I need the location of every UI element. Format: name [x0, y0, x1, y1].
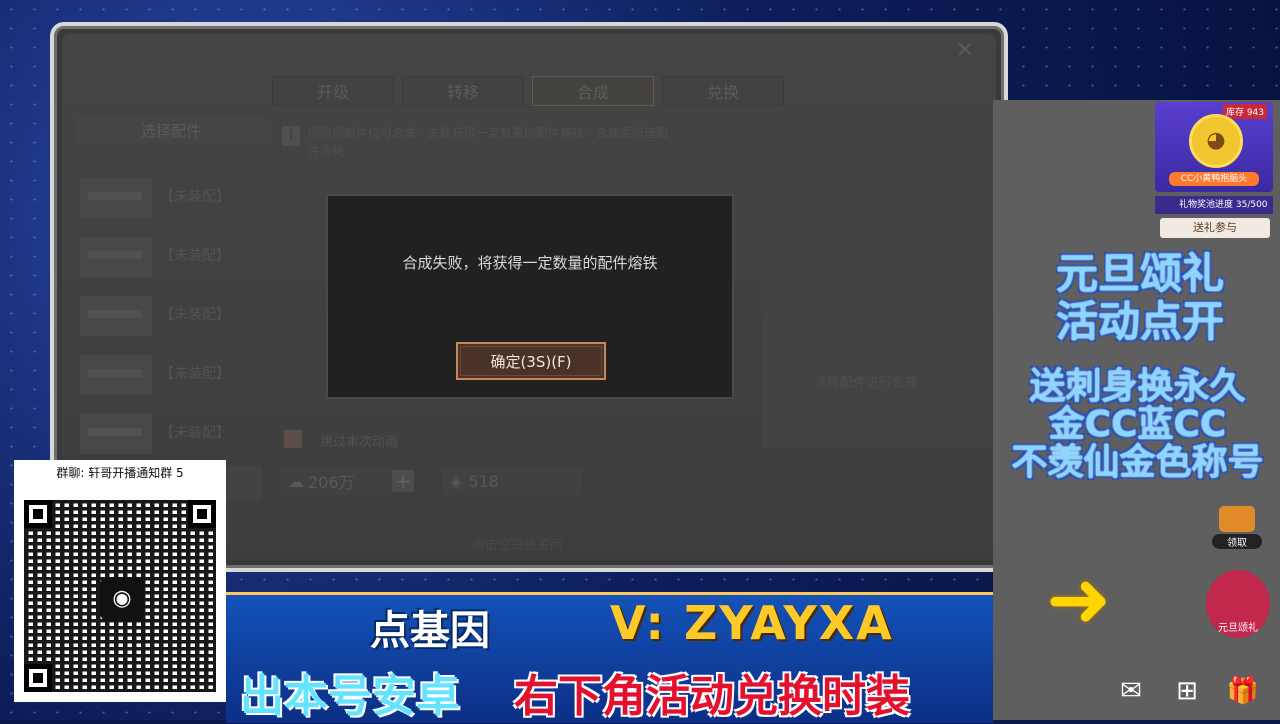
duck-gift-icon: ◕ — [1189, 114, 1243, 168]
promo-headline: 元旦颂礼 活动点开 — [1030, 250, 1250, 346]
slogan-left: 出本号安卓 — [240, 671, 460, 722]
slogan-right: 右下角活动兑换时装 — [514, 671, 910, 722]
confirm-button[interactable]: 确定(3S)(F) — [456, 342, 606, 380]
promo-line: 不羡仙金色称号 — [1011, 442, 1264, 483]
contact-id: V: ZYAYXA — [610, 596, 894, 650]
send-gift-button[interactable]: 送礼参与 — [1160, 218, 1270, 238]
promo-line: 送刺身换永久 — [1029, 366, 1246, 407]
qr-finder-pattern — [24, 500, 52, 528]
promo-line: 金CC蓝CC — [1048, 404, 1227, 445]
promo-line: 活动点开 — [1055, 297, 1224, 346]
qr-finder-pattern — [24, 664, 52, 692]
brand-logo-text: 点基因 — [370, 608, 490, 654]
gift-card[interactable]: 库存 943 ◕ CC小黄鸭抱脑头 — [1155, 102, 1273, 192]
qr-card: 群聊: 轩哥开播通知群 5 ◉ — [14, 460, 226, 702]
gift-name: CC小黄鸭抱脑头 — [1169, 172, 1259, 186]
claim-button[interactable]: 领取 — [1212, 506, 1262, 550]
sidebar-toolbar: ✉ ⊞ 🎁 — [1114, 674, 1260, 708]
gift-box-icon[interactable]: 🎁 — [1226, 674, 1260, 708]
claim-label: 领取 — [1212, 534, 1262, 549]
wechat-icon: ◉ — [100, 577, 144, 621]
apps-grid-icon[interactable]: ⊞ — [1170, 674, 1204, 708]
chest-icon — [1219, 506, 1255, 532]
promo-details: 送刺身换永久 金CC蓝CC 不羡仙金色称号 — [995, 368, 1280, 482]
qr-group-title: 群聊: 轩哥开播通知群 5 — [56, 466, 184, 480]
pointing-arrow-icon: ➜ — [1046, 555, 1112, 645]
qr-finder-pattern — [188, 500, 216, 528]
synthesis-fail-dialog: 合成失败，将获得一定数量的配件熔铁 确定(3S)(F) — [326, 194, 734, 399]
message-icon[interactable]: ✉ — [1114, 674, 1148, 708]
dialog-message: 合成失败，将获得一定数量的配件熔铁 — [402, 254, 658, 272]
gift-pool-progress: 礼物奖池进度 35/500 — [1155, 196, 1273, 214]
event-thumbnail[interactable]: 元旦颂礼 — [1206, 570, 1270, 638]
promo-line: 元旦颂礼 — [1055, 249, 1224, 298]
